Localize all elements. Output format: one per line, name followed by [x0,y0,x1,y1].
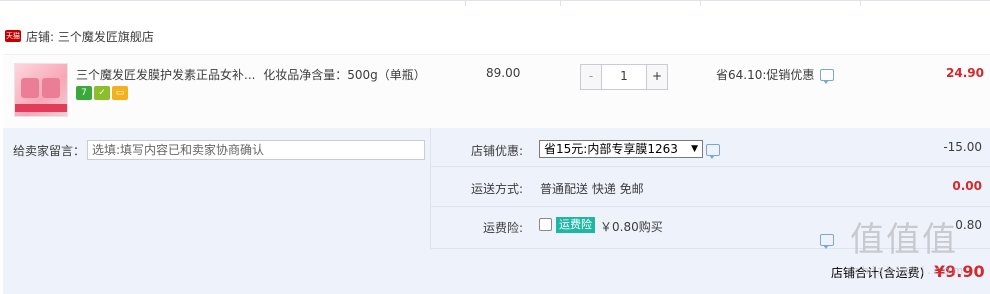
discount-label: 店铺优惠: [470,144,523,158]
quantity-input[interactable]: 1 [601,65,647,89]
chat-icon[interactable] [820,68,835,84]
column-divider [465,0,466,6]
service-badges: 7 ✓ ▭ [76,86,128,100]
column-divider [700,0,701,6]
seven-day-return-icon[interactable]: 7 [76,86,92,100]
column-divider [860,0,861,6]
shipping-label: 运送方式: [470,182,523,196]
unit-price: 89.00 [486,66,521,80]
credit-card-icon[interactable]: ▭ [112,86,128,100]
watermark-text: zhizhizhi.com [853,264,967,277]
watermark-logo: 值值值 [850,220,958,260]
top-border [0,0,990,5]
product-spec: 化妆品净含量：500g（单瓶） [263,68,426,82]
shipping-method: 普通配送 快递 免邮 [540,182,644,196]
chat-icon[interactable] [706,144,720,159]
quantity-increase-button[interactable]: + [647,65,667,89]
insurance-checkbox[interactable] [539,218,552,231]
quantity-decrease-button[interactable]: - [581,65,601,89]
panel-divider [430,128,431,250]
product-title[interactable]: 三个魔发匠发膜护发素正品女补... 化妆品净含量：500g（单瓶） [76,66,426,83]
column-divider [560,0,561,6]
insurance-price: ￥0.80购买 [600,220,663,234]
promo-info: 省64.10:促销优惠 [716,66,835,84]
row-divider [431,206,990,207]
dropdown-arrow-icon: ▼ [691,144,698,154]
chat-icon[interactable] [820,234,834,249]
row-divider [431,166,990,167]
insurance-tag: 运费险 [556,217,595,233]
discount-value: -15.00 [943,140,982,154]
message-input[interactable]: 选填:填写内容已和卖家协商确认 [87,140,425,160]
product-thumbnail[interactable] [14,63,68,117]
shop-header: 天猫 店铺: 三个魔发匠旗舰店 [0,26,154,46]
product-image-jar [42,78,60,98]
insurance-label: 运费险: [482,221,523,235]
tmall-icon: 天猫 [5,30,21,42]
product-title-text[interactable]: 三个魔发匠发膜护发素正品女补... [76,68,255,82]
shipping-value: 0.00 [952,179,982,193]
discount-selected-text: 省15元:内部专享膜1263 [544,142,678,156]
message-label: 给卖家留言： [13,144,86,158]
promo-text: 省64.10:促销优惠 [716,68,815,82]
shop-name-link[interactable]: 店铺: 三个魔发匠旗舰店 [26,28,154,45]
product-image-banner [15,104,67,112]
quantity-stepper: - 1 + [580,64,668,90]
product-image-jar [21,78,39,98]
genuine-guarantee-icon[interactable]: ✓ [94,86,110,100]
discount-select[interactable]: 省15元:内部专享膜1263 ▼ [539,140,703,158]
item-subtotal: 24.90 [946,66,984,80]
